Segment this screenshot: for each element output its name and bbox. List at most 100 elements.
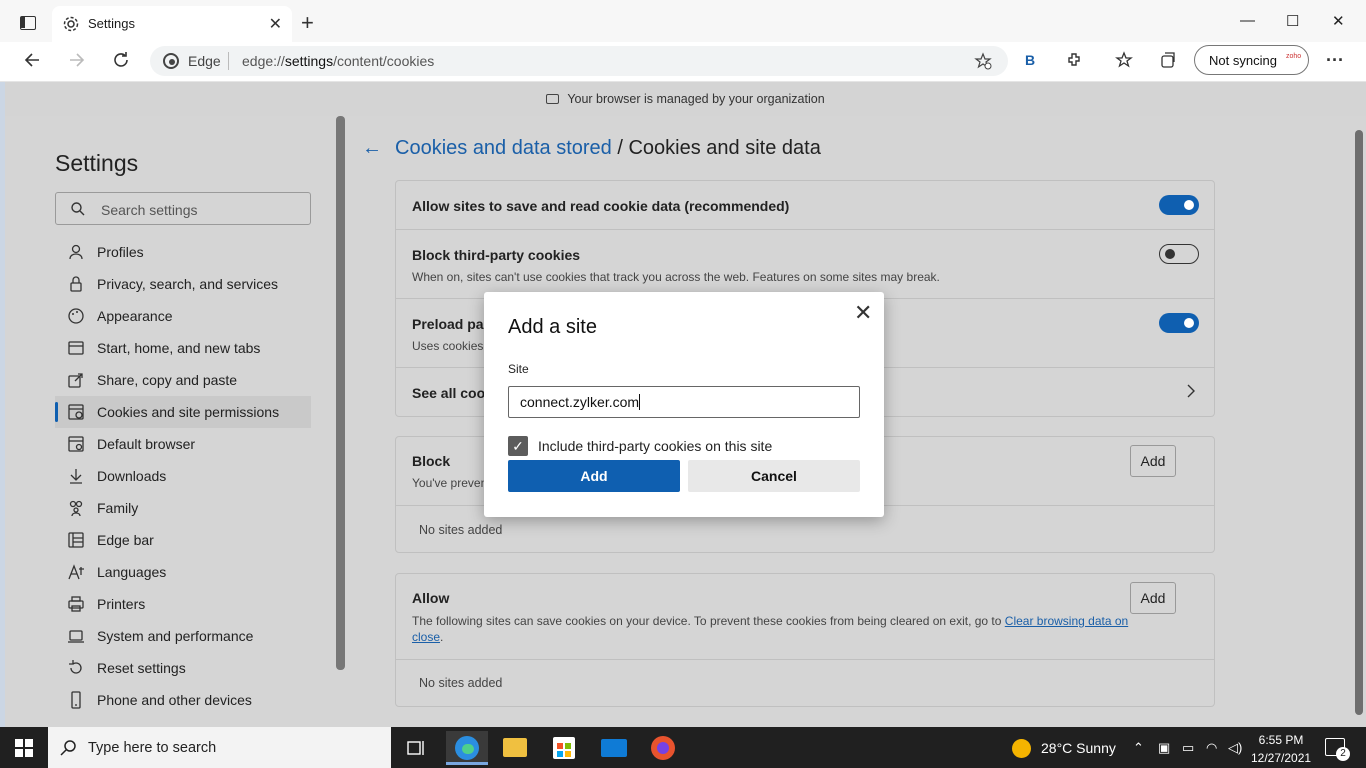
refresh-icon[interactable]: [111, 50, 131, 70]
sidebar-item-family[interactable]: Family: [55, 492, 311, 524]
store-icon[interactable]: [553, 737, 575, 759]
allow-add-button[interactable]: Add: [1130, 582, 1176, 614]
add-site-dialog: Add a site ✕ Site connect.zylker.com ✓ I…: [484, 292, 884, 517]
allow-cookies-toggle[interactable]: [1159, 195, 1199, 215]
page-scrollbar[interactable]: [1355, 130, 1363, 715]
briefcase-icon: [546, 94, 560, 104]
address-url[interactable]: edge://settings/content/cookies: [242, 53, 434, 69]
chevron-right-icon[interactable]: [1184, 384, 1198, 398]
sidebar-item-reset[interactable]: Reset settings: [55, 652, 311, 684]
sidebar-item-downloads[interactable]: Downloads: [55, 460, 311, 492]
weather-text[interactable]: 28°C Sunny: [1041, 740, 1116, 756]
sidebar-item-label: Edge bar: [97, 532, 154, 548]
sidebar-item-profiles[interactable]: Profiles: [55, 236, 311, 268]
firefox-icon[interactable]: [651, 736, 675, 760]
taskbar-search-box[interactable]: Type here to search: [48, 727, 391, 768]
page-title: Settings: [55, 150, 139, 176]
sidebar-item-phone[interactable]: Phone and other devices: [55, 684, 311, 716]
edge-logo-icon: [163, 53, 179, 69]
allow-cookies-label: Allow sites to save and read cookie data…: [412, 198, 790, 214]
close-icon[interactable]: ✕: [854, 300, 872, 326]
clock[interactable]: 6:55 PM 12/27/2021: [1251, 731, 1311, 767]
task-view-icon[interactable]: [406, 738, 426, 758]
printer-icon: [68, 596, 84, 612]
search-placeholder: Search settings: [101, 202, 198, 218]
site-input[interactable]: connect.zylker.com: [508, 386, 860, 418]
profile-icon: [69, 244, 83, 260]
notifications-icon[interactable]: 2: [1325, 738, 1350, 761]
breadcrumb-link[interactable]: Cookies and data stored: [395, 137, 612, 159]
sidebar-item-label: Appearance: [97, 308, 173, 324]
new-tab-button[interactable]: +: [301, 10, 314, 36]
network-icon[interactable]: ◠: [1206, 740, 1217, 756]
forward-icon[interactable]: [67, 50, 87, 70]
volume-icon[interactable]: ◁): [1228, 740, 1242, 756]
preload-toggle[interactable]: [1159, 313, 1199, 333]
add-button[interactable]: Add: [508, 460, 680, 492]
block-section-desc: You've preven: [412, 476, 488, 490]
taskbar-edge-app[interactable]: [446, 731, 488, 765]
sidebar-item-label: Languages: [97, 564, 167, 580]
lock-icon: [70, 276, 82, 292]
more-menu-icon[interactable]: ···: [1326, 50, 1344, 71]
clear-browsing-data-link[interactable]: Clear browsing data on: [1005, 614, 1128, 628]
sidebar-item-appearance[interactable]: Appearance: [55, 300, 311, 332]
preload-label: Preload pag: [412, 316, 493, 332]
appearance-icon: [68, 308, 84, 324]
include-third-party-checkbox[interactable]: ✓: [508, 436, 528, 456]
file-explorer-icon[interactable]: [503, 738, 527, 757]
sidebar-item-start-home[interactable]: Start, home, and new tabs: [55, 332, 311, 364]
sidebar-item-share-copy[interactable]: Share, copy and paste: [55, 364, 311, 396]
sidebar-item-printers[interactable]: Printers: [55, 588, 311, 620]
clock-date: 12/27/2021: [1251, 751, 1312, 765]
extensions-icon[interactable]: [1066, 51, 1084, 69]
cancel-button[interactable]: Cancel: [688, 460, 860, 492]
cookies-icon: [68, 404, 84, 420]
sidebar-item-privacy[interactable]: Privacy, search, and services: [55, 268, 311, 300]
sidebar-scrollbar[interactable]: [336, 116, 345, 670]
collections-icon[interactable]: [1159, 51, 1177, 69]
url-host: settings: [284, 53, 334, 69]
address-bar[interactable]: Edge edge://settings/content/cookies: [150, 46, 1008, 76]
allow-section-title: Allow: [412, 590, 450, 606]
clear-browsing-data-link-close[interactable]: close: [412, 630, 440, 644]
back-arrow-icon[interactable]: ←: [362, 137, 382, 160]
block-third-party-toggle[interactable]: [1159, 244, 1199, 264]
sidebar-item-label: Privacy, search, and services: [97, 276, 279, 292]
address-brand: Edge: [188, 53, 221, 69]
search-input[interactable]: Search settings: [55, 192, 311, 225]
add-favorite-icon[interactable]: [974, 52, 992, 70]
sync-button[interactable]: Not syncing zoho: [1194, 45, 1309, 75]
tab-actions-icon[interactable]: [20, 16, 36, 30]
sidebar-item-label: Downloads: [97, 468, 167, 484]
favorites-icon[interactable]: [1115, 51, 1133, 69]
site-input-value: connect.zylker.com: [520, 394, 640, 410]
back-icon[interactable]: [22, 50, 42, 70]
see-all-cookies-label[interactable]: See all cook: [412, 385, 493, 401]
sidebar-item-languages[interactable]: Languages: [55, 556, 311, 588]
maximize-button[interactable]: ☐: [1286, 12, 1299, 30]
divider: [396, 659, 1214, 660]
sidebar-item-cookies[interactable]: Cookies and site permissions: [55, 396, 311, 428]
close-window-button[interactable]: ✕: [1332, 12, 1345, 30]
minimize-button[interactable]: —: [1240, 12, 1255, 29]
gear-icon: [63, 16, 79, 32]
bing-icon[interactable]: B: [1025, 52, 1035, 68]
tab-settings[interactable]: Settings ✕: [52, 6, 292, 42]
windows-start-icon[interactable]: [15, 739, 33, 757]
sidebar-item-default-browser[interactable]: Default browser: [55, 428, 311, 460]
sidebar-item-edge-bar[interactable]: Edge bar: [55, 524, 311, 556]
sidebar-item-label: Phone and other devices: [97, 692, 252, 708]
search-icon: [71, 202, 85, 216]
sidebar-item-system[interactable]: System and performance: [55, 620, 311, 652]
sidebar-item-label: Family: [97, 500, 139, 516]
battery-icon[interactable]: ▭: [1182, 740, 1194, 756]
chevron-up-icon[interactable]: ⌃: [1133, 740, 1144, 756]
family-icon: [69, 500, 83, 517]
tab-close-icon[interactable]: ✕: [269, 14, 282, 34]
meet-now-icon[interactable]: ▣: [1158, 740, 1170, 756]
mail-icon[interactable]: [601, 739, 627, 757]
managed-banner: Your browser is managed by your organiza…: [5, 82, 1366, 116]
edge-bar-icon: [68, 532, 84, 548]
block-add-button[interactable]: Add: [1130, 445, 1176, 477]
